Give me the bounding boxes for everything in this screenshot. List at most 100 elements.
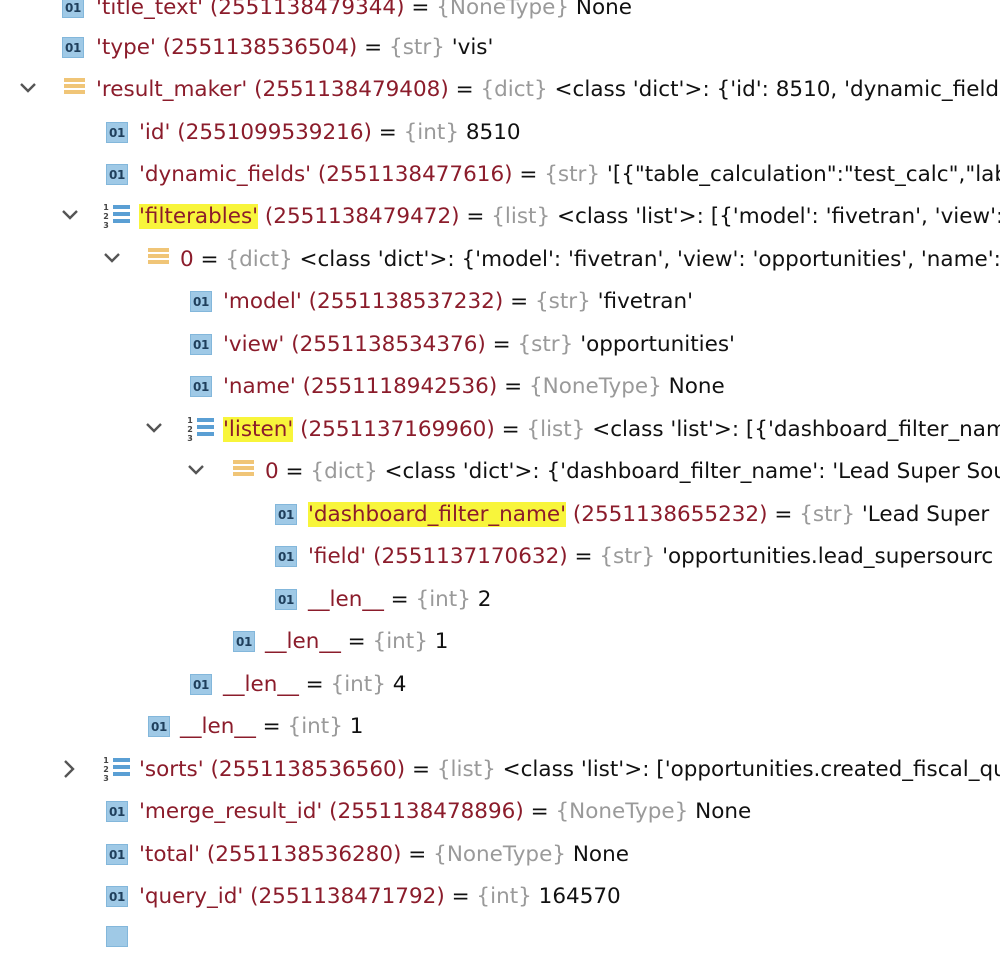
variable-name: 'field' bbox=[308, 544, 367, 569]
variable-id: (2551138534376) bbox=[291, 332, 486, 357]
variable-icon: 01 bbox=[106, 792, 134, 832]
variable-value: 'Lead Super bbox=[861, 502, 990, 527]
variable-name: 'dashboard_filter_name' bbox=[308, 502, 567, 527]
variable-id: (2551138655232) bbox=[572, 502, 768, 527]
variable-icon: 01 bbox=[190, 325, 218, 365]
variable-id: (2551137169960) bbox=[300, 417, 495, 442]
variable-value: <class 'dict'>: {'model': 'fivetran', 'v… bbox=[299, 247, 1000, 272]
dict-icon bbox=[233, 452, 261, 492]
variable-icon: 01 bbox=[62, 28, 90, 68]
variable-icon: 01 bbox=[106, 113, 134, 153]
variable-type: {list} bbox=[526, 417, 586, 442]
variable-icon: 01 bbox=[62, 0, 90, 28]
dict-icon bbox=[64, 70, 92, 110]
variable-type: {int} bbox=[287, 714, 343, 739]
variable-type: {int} bbox=[330, 672, 386, 697]
variable-name: __len__ bbox=[308, 587, 384, 612]
variable-type: {dict} bbox=[225, 247, 293, 272]
variable-value: <class 'list'>: [{'dashboard_filter_name bbox=[592, 417, 1000, 442]
chevron-down-icon[interactable] bbox=[144, 410, 166, 450]
variable-name: 'sorts' bbox=[139, 757, 204, 782]
variable-type: {int} bbox=[476, 884, 532, 909]
variable-value: <class 'list'>: [{'model': 'fivetran', '… bbox=[557, 204, 1000, 229]
variable-id: (2551138536560) bbox=[210, 757, 406, 782]
variable-value: None bbox=[668, 374, 725, 399]
variable-type: {str} bbox=[389, 35, 445, 60]
chevron-down-icon[interactable] bbox=[102, 240, 124, 280]
variable-name: 'view' bbox=[223, 332, 285, 357]
variable-value: 8510 bbox=[465, 120, 521, 145]
variable-name: 'title_text' bbox=[96, 0, 204, 20]
chevron-down-icon[interactable] bbox=[60, 197, 82, 237]
variable-value: 'vis' bbox=[451, 35, 494, 60]
variable-icon: 01 bbox=[275, 580, 303, 620]
variable-icon: 01 bbox=[275, 495, 303, 535]
variable-name: 'name' bbox=[223, 374, 296, 399]
variable-id: (2551138479344) bbox=[209, 0, 405, 20]
variable-name: __len__ bbox=[265, 629, 341, 654]
dict-icon bbox=[148, 240, 176, 280]
variable-id: (2551138478896) bbox=[329, 799, 524, 824]
variable-type: {NoneType} bbox=[436, 0, 570, 20]
variable-icon: 01 bbox=[275, 537, 303, 577]
variable-type: {str} bbox=[799, 502, 856, 527]
variable-icon: 01 bbox=[106, 155, 134, 195]
variable-name: 0 bbox=[265, 459, 279, 484]
variable-type: {str} bbox=[534, 289, 591, 314]
variable-name: 'dynamic_fields' bbox=[139, 162, 312, 187]
chevron-down-icon[interactable] bbox=[18, 70, 40, 110]
variables-tree: 01 'title_text' (2551138479344) = {NoneT… bbox=[0, 0, 1000, 947]
variable-value: '[{"table_calculation":"test_calc","labe bbox=[606, 162, 1000, 187]
variable-name: 'merge_result_id' bbox=[139, 799, 323, 824]
variable-type: {int} bbox=[372, 629, 428, 654]
variable-value: 4 bbox=[392, 672, 407, 697]
variable-id: (2551118942536) bbox=[302, 374, 498, 399]
variable-name: 'total' bbox=[139, 842, 200, 867]
chevron-right-icon[interactable] bbox=[60, 750, 82, 790]
list-icon: 123 bbox=[186, 410, 214, 450]
variable-type: {str} bbox=[517, 332, 574, 357]
variable-type: {int} bbox=[403, 120, 459, 145]
variable-id: (2551138479408) bbox=[254, 77, 449, 102]
variable-type: {dict} bbox=[310, 459, 378, 484]
variable-id: (2551099539216) bbox=[177, 120, 372, 145]
variable-type: {NoneType} bbox=[433, 842, 566, 867]
chevron-down-icon[interactable] bbox=[186, 452, 208, 492]
variable-name: __len__ bbox=[223, 672, 299, 697]
variable-name: 'listen' bbox=[223, 417, 294, 442]
variable-value: 2 bbox=[477, 587, 492, 612]
variable-value: 'opportunities.lead_supersourc bbox=[662, 544, 994, 569]
variable-value: None bbox=[572, 842, 629, 867]
variable-icon: 01 bbox=[190, 665, 218, 705]
variable-value: 1 bbox=[349, 714, 364, 739]
variable-type: {str} bbox=[599, 544, 656, 569]
variable-type: {list} bbox=[491, 204, 551, 229]
variable-id: (2551138471792) bbox=[250, 884, 445, 909]
variable-id: (2551137170632) bbox=[373, 544, 568, 569]
variable-id: (2551138477616) bbox=[317, 162, 513, 187]
variable-name: 'filterables' bbox=[139, 204, 259, 229]
variable-name: 'model' bbox=[223, 289, 302, 314]
list-icon: 123 bbox=[102, 197, 130, 237]
variable-value: 1 bbox=[434, 629, 449, 654]
variable-name: 0 bbox=[180, 247, 194, 272]
variable-type: {NoneType} bbox=[555, 799, 689, 824]
variable-icon: 01 bbox=[190, 282, 218, 322]
variable-icon: 01 bbox=[106, 877, 134, 917]
variable-name: __len__ bbox=[180, 714, 256, 739]
variable-name: 'result_maker' bbox=[96, 77, 248, 102]
variable-icon: 01 bbox=[148, 707, 176, 747]
variable-value: None bbox=[575, 0, 632, 20]
variable-name: 'id' bbox=[139, 120, 171, 145]
list-icon: 123 bbox=[102, 750, 130, 790]
variable-value: <class 'dict'>: {'dashboard_filter_name'… bbox=[384, 459, 1000, 484]
variable-id: (2551138536504) bbox=[162, 35, 358, 60]
variable-type: {str} bbox=[544, 162, 601, 187]
variable-value: <class 'list'>: ['opportunities.created_… bbox=[502, 757, 1000, 782]
variable-icon: 01 bbox=[233, 622, 261, 662]
variable-type: {dict} bbox=[480, 77, 548, 102]
variable-value: 164570 bbox=[538, 884, 621, 909]
variable-id: (2551138479472) bbox=[264, 204, 460, 229]
variable-type: {list} bbox=[436, 757, 496, 782]
variable-icon: 01 bbox=[106, 835, 134, 875]
